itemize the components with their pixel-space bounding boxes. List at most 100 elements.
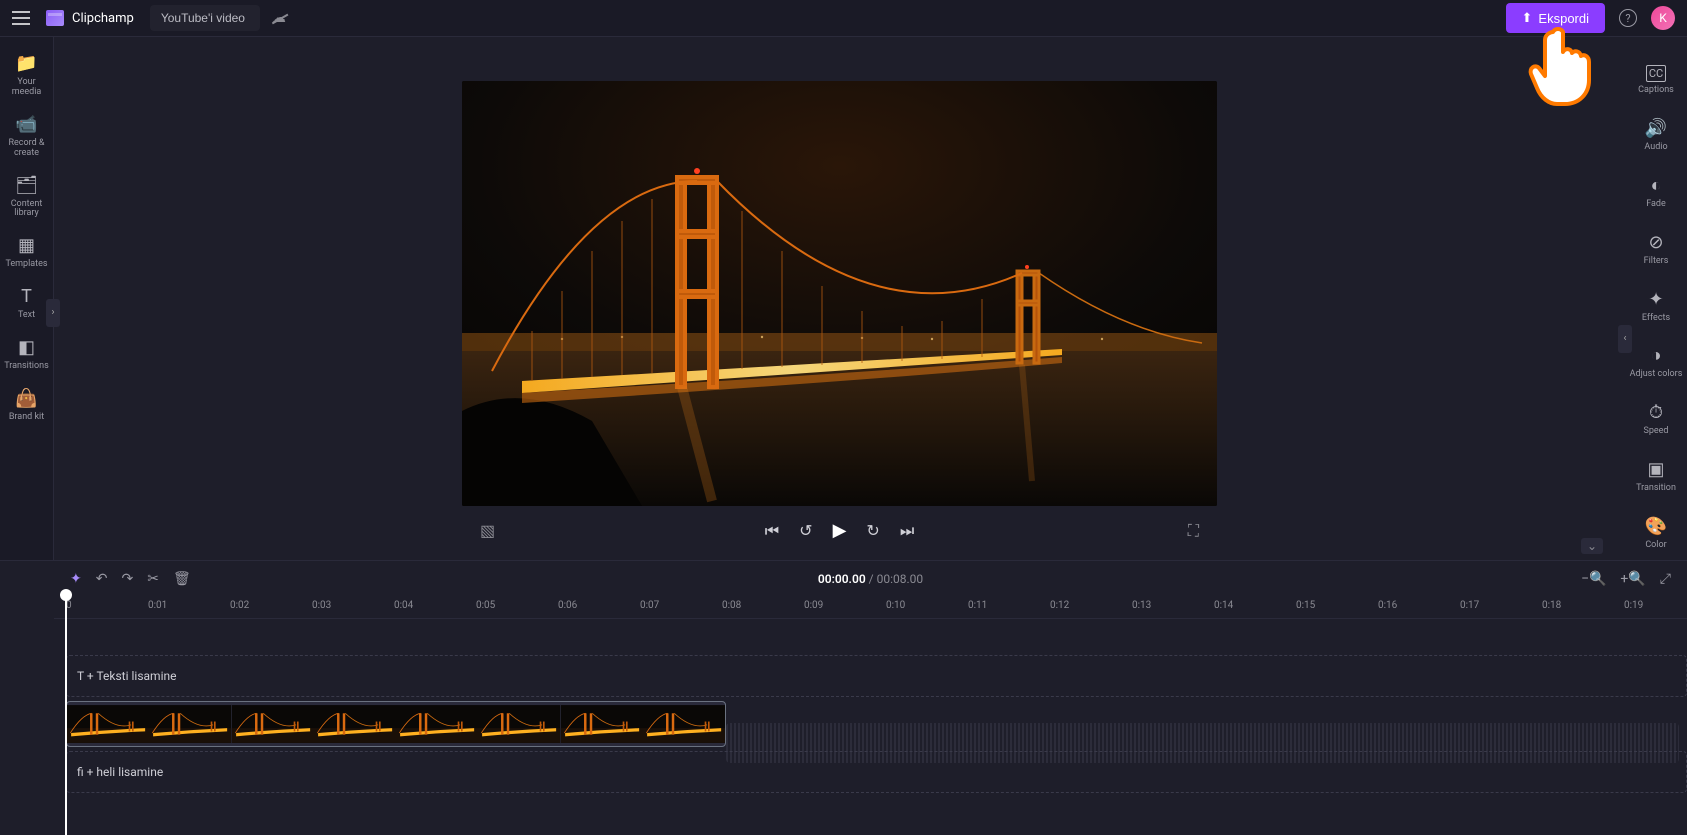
timeline-ruler[interactable]: 00:010:020:030:040:050:060:070:080:090:1… bbox=[54, 597, 1687, 619]
sidebar-item-media[interactable]: 📁 Your meedia bbox=[0, 45, 53, 106]
screenshot-off-icon[interactable]: ▧ bbox=[480, 521, 495, 540]
text-track-slot[interactable]: T + Teksti lisamine bbox=[66, 655, 1687, 697]
sidebar-item-brand[interactable]: 👜 Brand kit bbox=[0, 380, 53, 431]
skip-back-icon[interactable]: ⏮ bbox=[765, 521, 779, 541]
sidebar-item-record[interactable]: 📹 Record & create bbox=[0, 106, 53, 167]
play-button[interactable]: ▶ bbox=[833, 520, 847, 541]
folder-icon: 📁 bbox=[15, 53, 37, 74]
sidebar-item-label: Transitions bbox=[4, 362, 49, 372]
panel-label: Speed bbox=[1643, 427, 1668, 437]
preview-more-icon[interactable]: ⌄ bbox=[1581, 538, 1603, 554]
forward-icon[interactable]: ↻ bbox=[866, 521, 879, 540]
upload-icon: ⬆ bbox=[1522, 10, 1533, 26]
audio-track-label: fi + heli lisamine bbox=[77, 765, 163, 779]
export-button[interactable]: ⬆ Ekspordi bbox=[1506, 3, 1605, 33]
ruler-tick: 0:12 bbox=[1050, 600, 1069, 611]
panel-item-audio[interactable]: 🔊Audio bbox=[1625, 108, 1687, 163]
timeline-section: ✦ ↶ ↷ ✂ 🗑 00:00.00 / 00:08.00 −🔍 +🔍 ⤢ 00… bbox=[0, 560, 1687, 793]
panel-label: Effects bbox=[1642, 314, 1670, 324]
sidebar-item-transitions[interactable]: ◧ Transitions bbox=[0, 329, 53, 380]
panel-label: Color bbox=[1645, 541, 1666, 551]
export-label: Ekspordi bbox=[1538, 11, 1589, 26]
filters-icon: ⊘ bbox=[1648, 232, 1663, 253]
effects-icon: ✦ bbox=[1648, 289, 1663, 310]
skip-forward-icon[interactable]: ⏭ bbox=[900, 521, 914, 541]
timeline-tracks: T + Teksti lisamine fi + heli lisamine bbox=[54, 619, 1687, 793]
timeline-toolbar: ✦ ↶ ↷ ✂ 🗑 00:00.00 / 00:08.00 −🔍 +🔍 ⤢ bbox=[54, 561, 1687, 597]
preview-image bbox=[462, 81, 1217, 506]
top-bar: Clipchamp ☁ ⬆ Ekspordi ? K bbox=[0, 0, 1687, 37]
panel-item-adjust[interactable]: ◑ Adjust colors bbox=[1625, 335, 1687, 390]
panel-item-effects[interactable]: ✦ Effects bbox=[1625, 279, 1687, 334]
rewind-icon[interactable]: ↺ bbox=[799, 521, 812, 540]
panel-label: Transition bbox=[1636, 484, 1676, 494]
panel-item-fade[interactable]: ◐Fade bbox=[1625, 165, 1687, 220]
panel-item-speed[interactable]: ⏱ Speed bbox=[1625, 392, 1687, 447]
ruler-tick: 0:04 bbox=[394, 600, 413, 611]
sidebar-item-label: Templates bbox=[5, 260, 47, 270]
captions-icon: CC bbox=[1646, 65, 1666, 82]
brand-icon: 👜 bbox=[15, 388, 37, 409]
right-sidebar: CC Captions 🔊Audio ◐Fade ⊘Filters ✦ Effect… bbox=[1625, 37, 1687, 560]
left-sidebar: 📁 Your meedia 📹 Record & create 🗂 Conten… bbox=[0, 37, 54, 560]
fade-icon: ◐ bbox=[1651, 175, 1662, 196]
clip-thumbnail bbox=[67, 702, 149, 746]
app-name: Clipchamp bbox=[72, 11, 134, 26]
ai-sparkle-icon[interactable]: ✦ bbox=[70, 571, 82, 587]
video-preview[interactable] bbox=[462, 81, 1217, 506]
redo-icon[interactable]: ↷ bbox=[121, 571, 133, 587]
sidebar-item-label: Text bbox=[18, 311, 35, 321]
time-current: 00:00.00 bbox=[818, 572, 866, 586]
clip-thumbnail bbox=[396, 702, 478, 746]
clip-thumbnail bbox=[561, 702, 643, 746]
panel-item-color[interactable]: 🎨 Color bbox=[1625, 506, 1687, 561]
delete-icon[interactable]: 🗑 bbox=[173, 571, 191, 587]
menu-icon[interactable] bbox=[12, 11, 30, 25]
ruler-tick: 0:16 bbox=[1378, 600, 1397, 611]
fit-icon[interactable]: ⤢ bbox=[1660, 571, 1671, 587]
sidebar-item-library[interactable]: 🗂 Content library bbox=[0, 167, 53, 228]
ruler-tick: 0:06 bbox=[558, 600, 577, 611]
undo-icon[interactable]: ↶ bbox=[96, 571, 108, 587]
sidebar-item-label: Content library bbox=[2, 200, 51, 220]
ruler-tick: 0:02 bbox=[230, 600, 249, 611]
ruler-tick: 0:15 bbox=[1296, 600, 1315, 611]
split-icon[interactable]: ✂ bbox=[147, 571, 159, 587]
avatar[interactable]: K bbox=[1651, 6, 1675, 30]
panel-item-transition[interactable]: ▣Transition bbox=[1625, 449, 1687, 504]
app-logo bbox=[46, 10, 64, 26]
sidebar-item-templates[interactable]: ▦ Templates bbox=[0, 227, 53, 278]
player-controls: ▧ ⏮ ↺ ▶ ↻ ⏭ ⛶ bbox=[462, 520, 1217, 541]
clip-thumbnail bbox=[643, 702, 725, 746]
playhead[interactable] bbox=[65, 595, 67, 835]
ruler-tick: 0:07 bbox=[640, 600, 659, 611]
speed-icon: ⏱ bbox=[1649, 402, 1663, 423]
ruler-tick: 0:10 bbox=[886, 600, 905, 611]
camera-icon: 📹 bbox=[15, 114, 37, 135]
clip-thumbnail bbox=[149, 702, 231, 746]
color-icon: 🎨 bbox=[1645, 516, 1667, 537]
panel-item-captions[interactable]: CC Captions bbox=[1625, 55, 1687, 106]
clip-thumbnail bbox=[478, 702, 560, 746]
project-title-input[interactable] bbox=[150, 5, 260, 31]
ruler-tick: 0:01 bbox=[148, 600, 167, 611]
adjust-icon: ◑ bbox=[1651, 345, 1662, 366]
templates-icon: ▦ bbox=[18, 235, 35, 256]
help-icon[interactable]: ? bbox=[1619, 9, 1637, 27]
zoom-in-icon[interactable]: +🔍 bbox=[1620, 571, 1645, 587]
zoom-out-icon[interactable]: −🔍 bbox=[1581, 571, 1606, 587]
ruler-tick: 0:14 bbox=[1214, 600, 1233, 611]
panel-item-filters[interactable]: ⊘Filters bbox=[1625, 222, 1687, 277]
right-collapse-handle[interactable]: ‹ bbox=[1618, 325, 1632, 353]
library-icon: 🗂 bbox=[15, 175, 38, 196]
panel-label: Adjust colors bbox=[1630, 370, 1683, 380]
cloud-off-icon[interactable]: ☁ bbox=[272, 10, 286, 26]
waveform-remainder bbox=[726, 723, 1679, 763]
panel-label: Captions bbox=[1638, 86, 1674, 96]
video-clip[interactable] bbox=[66, 701, 726, 747]
fullscreen-icon[interactable]: ⛶ bbox=[1188, 521, 1199, 541]
text-track-label: T + Teksti lisamine bbox=[77, 669, 176, 683]
clip-thumbnail bbox=[314, 702, 396, 746]
sidebar-item-label: Your meedia bbox=[2, 78, 51, 98]
time-display: 00:00.00 / 00:08.00 bbox=[818, 572, 923, 586]
